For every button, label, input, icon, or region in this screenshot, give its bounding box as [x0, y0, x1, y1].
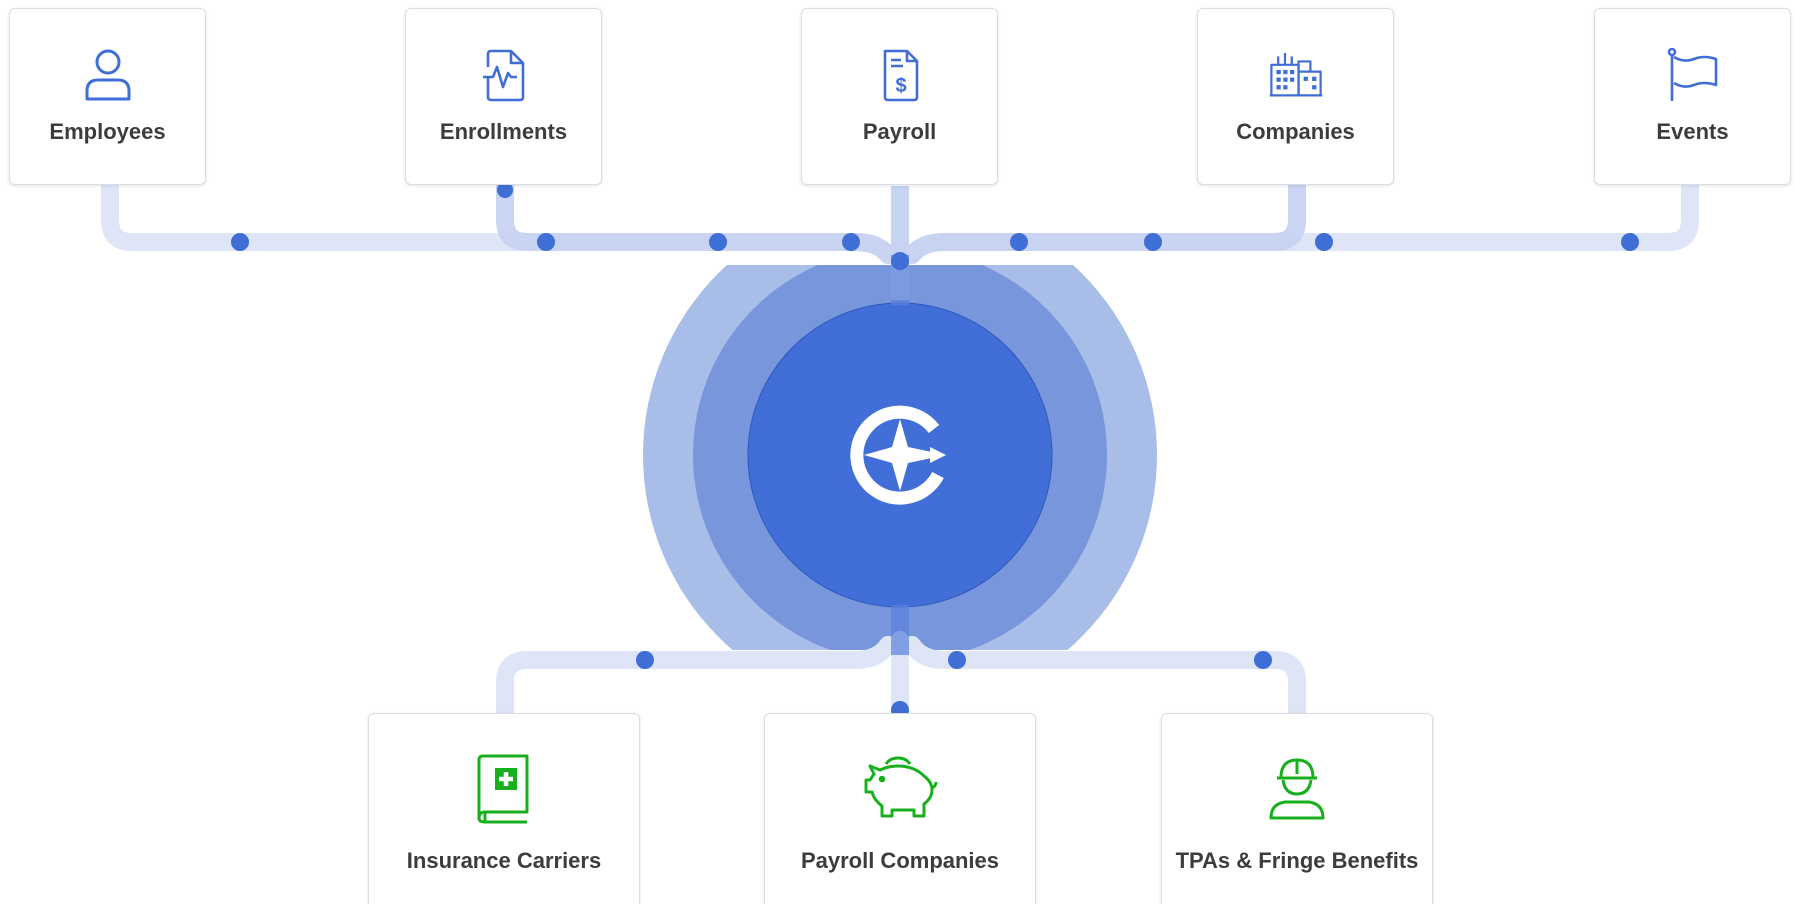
compass-e-logo-icon: [850, 405, 946, 505]
source-label: Employees: [49, 119, 166, 144]
data-dot: [231, 233, 249, 251]
hard-hat-worker-icon: [1259, 750, 1335, 826]
data-dot: [842, 233, 860, 251]
data-dot: [891, 252, 909, 270]
document-pulse-icon: [476, 45, 532, 105]
source-card-employees[interactable]: Employees: [9, 8, 206, 185]
data-dot: [1315, 233, 1333, 251]
source-label: Events: [1656, 119, 1729, 144]
source-card-events[interactable]: Events: [1594, 8, 1791, 185]
source-card-payroll[interactable]: $ Payroll: [801, 8, 998, 185]
destination-label: Insurance Carriers: [406, 848, 602, 873]
connector-insurance-carriers: [496, 636, 897, 721]
data-dot: [709, 233, 727, 251]
document-dollar-icon: $: [872, 45, 928, 105]
destination-card-payroll-companies[interactable]: Payroll Companies: [764, 713, 1036, 904]
data-dot: [636, 651, 654, 669]
integration-diagram: Employees Enrollments $ Payroll Companie…: [0, 0, 1795, 904]
connector-companies: [903, 177, 1306, 264]
source-label: Companies: [1236, 119, 1355, 144]
piggy-bank-icon: [862, 750, 938, 826]
data-dot: [1144, 233, 1162, 251]
source-card-companies[interactable]: Companies: [1197, 8, 1394, 185]
data-dot: [537, 233, 555, 251]
source-card-enrollments[interactable]: Enrollments: [405, 8, 602, 185]
connector-enrollments: [496, 177, 897, 264]
source-label: Payroll: [862, 119, 937, 144]
destination-card-insurance-carriers[interactable]: Insurance Carriers: [368, 713, 640, 904]
destination-label: TPAs & Fringe Benefits: [1175, 848, 1419, 873]
source-label: Enrollments: [439, 119, 568, 144]
data-dot: [1621, 233, 1639, 251]
destination-label: Payroll Companies: [800, 848, 1000, 873]
data-dot: [1010, 233, 1028, 251]
svg-text:$: $: [895, 75, 906, 97]
data-dot: [948, 651, 966, 669]
flag-icon: [1665, 45, 1721, 105]
data-dot: [1254, 651, 1272, 669]
destination-card-tpas-fringe-benefits[interactable]: TPAs & Fringe Benefits: [1161, 713, 1433, 904]
user-icon: [80, 45, 136, 105]
buildings-icon: [1268, 45, 1324, 105]
medical-book-icon: [466, 750, 542, 826]
connector-tpas: [903, 636, 1306, 721]
